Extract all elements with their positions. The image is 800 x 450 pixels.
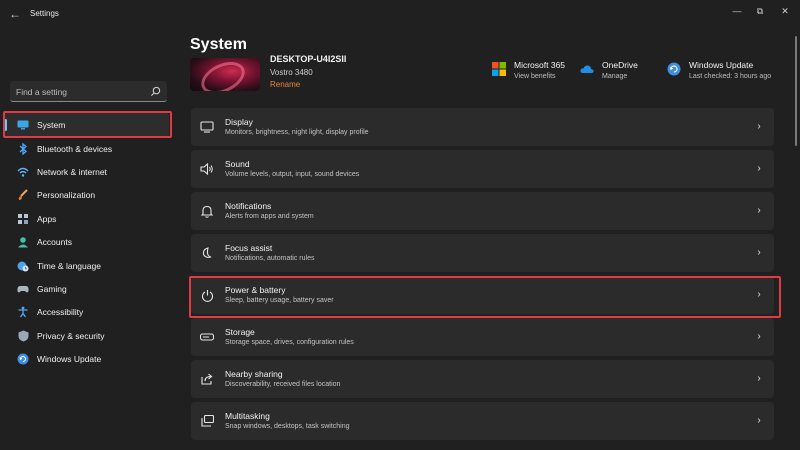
gamepad-icon <box>17 283 29 295</box>
cloud-icon <box>580 65 594 73</box>
sidebar-item-label: Gaming <box>37 284 67 295</box>
chevron-right-icon: › <box>757 205 761 216</box>
chevron-right-icon: › <box>757 163 761 174</box>
sidebar-item-network[interactable]: Network & internet <box>0 160 176 183</box>
search-icon[interactable] <box>150 86 161 97</box>
minimize-icon[interactable]: — <box>728 4 746 18</box>
display-icon <box>200 120 214 134</box>
search-box[interactable] <box>10 81 167 102</box>
quick-link-title: Windows Update <box>689 60 754 70</box>
scrollbar[interactable] <box>795 36 797 146</box>
share-icon <box>200 372 214 386</box>
back-arrow-icon[interactable]: ← <box>8 7 22 21</box>
storage-icon <box>200 330 214 344</box>
settings-card-storage[interactable]: Storage Storage space, drives, configura… <box>191 318 774 356</box>
card-title: Nearby sharing <box>225 369 283 379</box>
card-title: Sound <box>225 159 250 169</box>
card-title: Storage <box>225 327 255 337</box>
power-icon <box>200 288 214 302</box>
settings-card-nearby-sharing[interactable]: Nearby sharing Discoverability, received… <box>191 360 774 398</box>
sidebar-item-label: Accessibility <box>37 307 84 318</box>
settings-card-multitasking[interactable]: Multitasking Snap windows, desktops, tas… <box>191 402 774 440</box>
sidebar-item-label: Accounts <box>37 237 72 248</box>
card-subtitle: Discoverability, received files location <box>225 381 341 388</box>
device-name: DESKTOP-U4I2SII <box>270 54 347 63</box>
card-title: Display <box>225 117 253 127</box>
bluetooth-icon <box>17 142 29 155</box>
page-title: System <box>190 36 247 53</box>
sidebar-item-bluetooth[interactable]: Bluetooth & devices <box>0 137 176 160</box>
speaker-icon <box>200 162 214 176</box>
chevron-right-icon: › <box>757 247 761 258</box>
card-subtitle: Sleep, battery usage, battery saver <box>225 297 334 304</box>
person-icon <box>17 236 29 248</box>
quick-link-subtitle: Last checked: 3 hours ago <box>689 73 772 80</box>
window-title: Settings <box>30 9 59 18</box>
chevron-right-icon: › <box>757 121 761 132</box>
sidebar-item-apps[interactable]: Apps <box>0 207 176 230</box>
sidebar-item-label: Time & language <box>37 260 101 271</box>
sidebar-item-accounts[interactable]: Accounts <box>0 231 176 254</box>
sidebar-item-label: Network & internet <box>37 167 107 178</box>
card-subtitle: Snap windows, desktops, task switching <box>225 423 350 430</box>
settings-card-notifications[interactable]: Notifications Alerts from apps and syste… <box>191 192 774 230</box>
microsoft-logo-icon <box>492 62 506 76</box>
chevron-right-icon: › <box>757 289 761 300</box>
sidebar-item-label: Personalization <box>37 190 96 201</box>
card-subtitle: Notifications, automatic rules <box>225 255 315 262</box>
shield-icon <box>17 330 29 342</box>
wifi-icon <box>17 166 29 178</box>
chevron-right-icon: › <box>757 415 761 426</box>
chevron-right-icon: › <box>757 373 761 384</box>
rename-link[interactable]: Rename <box>270 80 300 89</box>
card-title: Power & battery <box>225 285 286 295</box>
quick-link-title: Microsoft 365 <box>514 60 566 70</box>
sidebar-item-time-language[interactable]: Time & language <box>0 254 176 277</box>
sidebar-nav: System Bluetooth & devices Network & int… <box>0 113 176 371</box>
apps-icon <box>17 213 29 225</box>
card-title: Multitasking <box>225 411 270 421</box>
card-subtitle: Storage space, drives, configuration rul… <box>225 339 354 346</box>
card-subtitle: Alerts from apps and system <box>225 213 314 220</box>
chevron-right-icon: › <box>757 331 761 342</box>
sidebar-item-gaming[interactable]: Gaming <box>0 277 176 300</box>
device-wallpaper-thumbnail <box>190 58 260 91</box>
settings-card-power-battery[interactable]: Power & battery Sleep, battery usage, ba… <box>191 276 774 314</box>
sidebar-item-accessibility[interactable]: Accessibility <box>0 301 176 324</box>
sidebar-item-system[interactable]: System <box>4 113 169 137</box>
quick-link-title: OneDrive <box>602 60 638 70</box>
search-input[interactable] <box>16 85 146 98</box>
device-model: Vostro 3480 <box>270 68 313 77</box>
sidebar-item-label: Apps <box>37 213 57 224</box>
card-subtitle: Volume levels, output, input, sound devi… <box>225 171 360 178</box>
sidebar-item-label: System <box>37 120 66 130</box>
accessibility-icon <box>17 306 29 318</box>
sidebar-item-label: Windows Update <box>37 354 102 365</box>
settings-card-focus-assist[interactable]: Focus assist Notifications, automatic ru… <box>191 234 774 272</box>
card-title: Focus assist <box>225 243 273 253</box>
quick-link-subtitle: View benefits <box>514 73 556 80</box>
monitor-icon <box>17 119 29 131</box>
close-icon[interactable]: ✕ <box>776 4 794 18</box>
settings-card-display[interactable]: Display Monitors, brightness, night ligh… <box>191 108 774 146</box>
title-bar: ← Settings — ⧉ ✕ <box>0 0 800 30</box>
quick-link-subtitle: Manage <box>602 73 628 80</box>
maximize-icon[interactable]: ⧉ <box>751 4 769 18</box>
multitask-icon <box>200 414 214 428</box>
update-icon <box>17 353 29 365</box>
card-subtitle: Monitors, brightness, night light, displ… <box>225 129 369 136</box>
moon-icon <box>200 246 214 260</box>
sidebar-item-personalization[interactable]: Personalization <box>0 184 176 207</box>
brush-icon <box>17 189 29 201</box>
update-icon <box>667 62 681 76</box>
sidebar-item-windows-update[interactable]: Windows Update <box>0 348 176 371</box>
globe-clock-icon <box>17 260 29 272</box>
sidebar-item-privacy-security[interactable]: Privacy & security <box>0 324 176 347</box>
sidebar-item-label: Privacy & security <box>37 330 105 341</box>
card-title: Notifications <box>225 201 272 211</box>
settings-list: Display Monitors, brightness, night ligh… <box>191 108 774 444</box>
sidebar-item-label: Bluetooth & devices <box>37 143 113 154</box>
settings-card-sound[interactable]: Sound Volume levels, output, input, soun… <box>191 150 774 188</box>
bell-icon <box>200 204 214 218</box>
